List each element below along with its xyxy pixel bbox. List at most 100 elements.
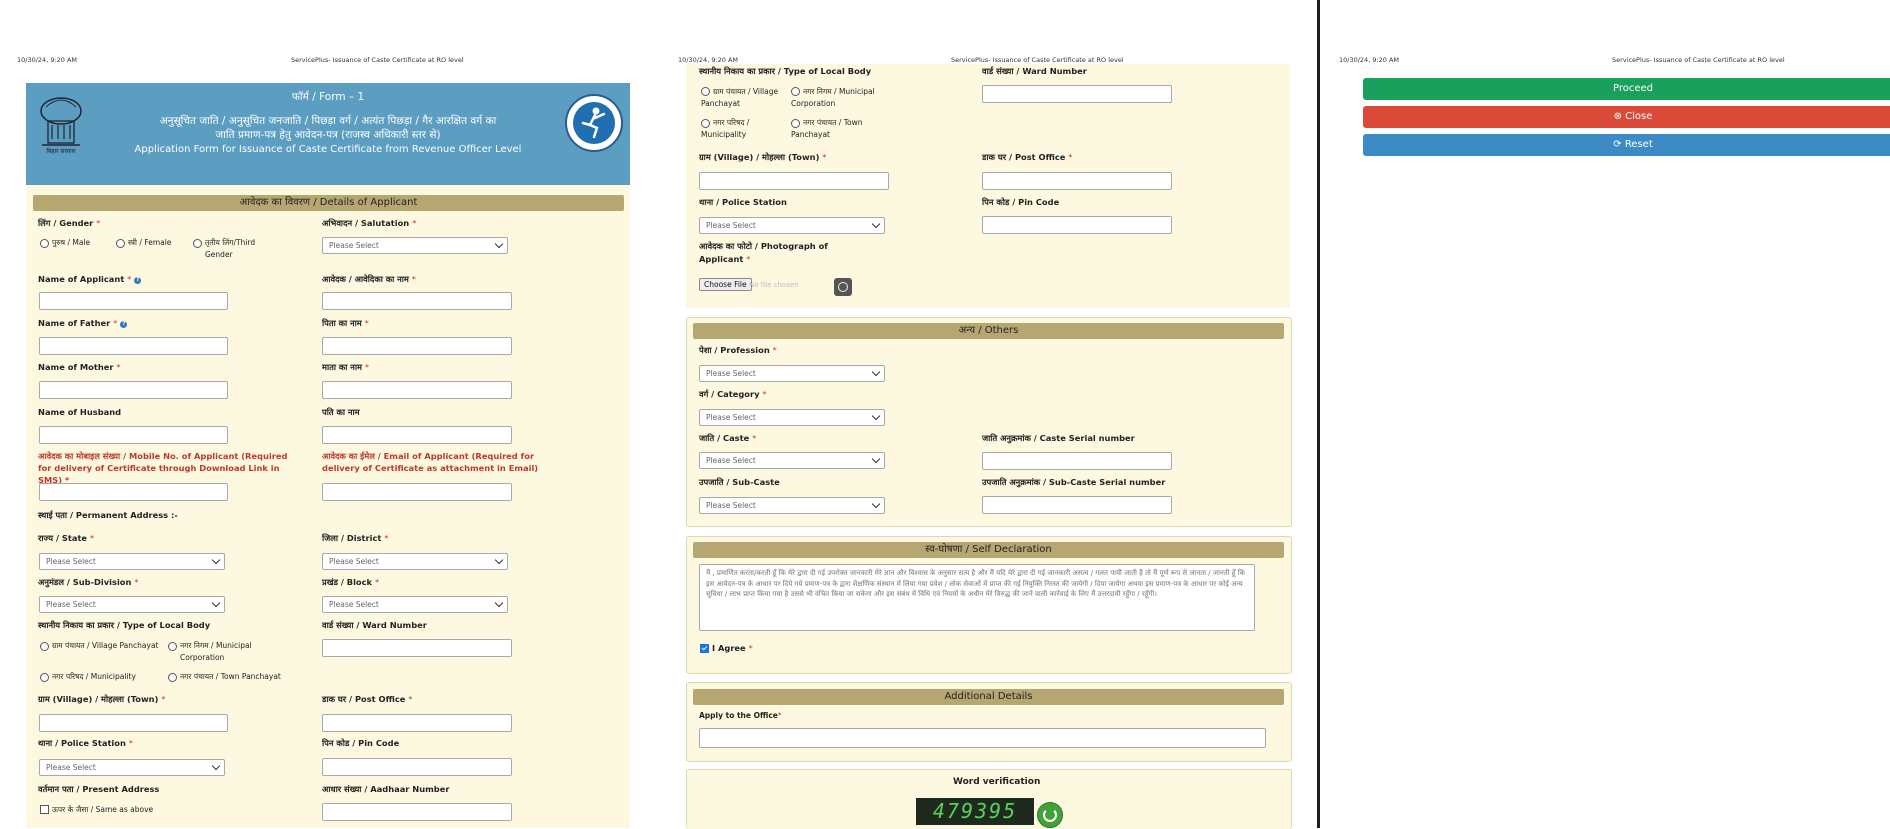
present-address-label: वर्तमान पता / Present Address bbox=[38, 784, 160, 794]
photo-label-line1: आवेदक का फोटो / Photograph of bbox=[699, 241, 828, 251]
close-button[interactable]: ⊗ Close bbox=[1363, 106, 1890, 128]
salutation-select[interactable]: Please Select bbox=[322, 237, 508, 254]
police-station-select[interactable]: Please Select bbox=[39, 759, 225, 776]
gender-female-label: स्त्री / Female bbox=[128, 238, 172, 247]
local-body-municipal-corp-label: नगर निगम / Municipal Corporation bbox=[180, 641, 252, 662]
mother-name-hindi-label: माता का नाम * bbox=[322, 362, 370, 372]
mother-name-input[interactable] bbox=[39, 381, 228, 399]
gender-third-label: तृतीय लिंग/Third Gender bbox=[205, 238, 256, 259]
district-label: जिला / District * bbox=[322, 533, 389, 543]
aadhaar-input[interactable] bbox=[322, 803, 512, 821]
p2-local-body-municipal-corp-label: नगर निगम / Municipal Corporation bbox=[791, 87, 875, 108]
local-body-municipality-radio[interactable] bbox=[40, 673, 49, 682]
applicant-name-input[interactable] bbox=[39, 292, 228, 310]
father-name-input[interactable] bbox=[39, 337, 228, 355]
state-select[interactable]: Please Select bbox=[39, 553, 225, 570]
post-office-label: डाक घर / Post Office * bbox=[322, 694, 413, 704]
block-label: प्रखंड / Block * bbox=[322, 577, 380, 587]
subcaste-serial-input[interactable] bbox=[982, 496, 1172, 514]
banner-hindi-line1: अनुसूचित जाति / अनुसूचित जनजाति / पिछड़ा… bbox=[159, 115, 497, 127]
department-seal-icon bbox=[565, 94, 623, 152]
subcaste-select[interactable]: Please Select bbox=[699, 497, 885, 514]
applicant-section-header: आवेदक का विवरण / Details of Applicant bbox=[33, 195, 624, 211]
profession-select[interactable]: Please Select bbox=[699, 365, 885, 382]
reset-button[interactable]: ⟳ Reset bbox=[1363, 134, 1890, 156]
post-office-input[interactable] bbox=[322, 714, 512, 732]
p2-ward-input[interactable] bbox=[982, 85, 1172, 103]
p2-village-input[interactable] bbox=[699, 172, 889, 190]
category-label: वर्ग / Category * bbox=[699, 389, 767, 399]
mother-name-hindi-input[interactable] bbox=[322, 381, 512, 399]
district-select[interactable]: Please Select bbox=[322, 553, 508, 570]
applicant-name-hindi-input[interactable] bbox=[322, 292, 512, 310]
local-body-town-radio[interactable] bbox=[168, 673, 177, 682]
captcha-refresh-icon[interactable] bbox=[1037, 802, 1063, 828]
declaration-section-header: स्व-घोषणा / Self Declaration bbox=[693, 542, 1284, 558]
category-select[interactable]: Please Select bbox=[699, 409, 885, 426]
p2-local-body-village-label: ग्राम पंचायत / Village Panchayat bbox=[701, 87, 779, 108]
proceed-button[interactable]: Proceed bbox=[1363, 78, 1890, 100]
p2-police-station-select[interactable]: Please Select bbox=[699, 217, 885, 234]
page2-title: ServicePlus- Issuance of Caste Certifica… bbox=[951, 56, 1124, 64]
apply-office-input[interactable] bbox=[699, 728, 1266, 748]
form-number: फॉर्म / Form – 1 bbox=[291, 91, 365, 103]
subcaste-serial-label: उपजाति अनुक्रमांक / Sub-Caste Serial num… bbox=[982, 477, 1166, 487]
caste-serial-input[interactable] bbox=[982, 452, 1172, 470]
subdivision-label: अनुमंडल / Sub-Division * bbox=[38, 577, 139, 587]
apply-office-label: Apply to the Office* bbox=[699, 711, 782, 720]
page-divider bbox=[1317, 0, 1320, 828]
husband-name-hindi-label: पति का नाम bbox=[322, 407, 360, 417]
choose-file-button[interactable]: Choose File bbox=[699, 278, 752, 291]
same-as-above-checkbox[interactable] bbox=[40, 805, 49, 814]
gender-third-radio[interactable] bbox=[193, 239, 202, 248]
agree-label: I Agree * bbox=[712, 643, 753, 653]
declaration-textarea[interactable]: मैं , प्रमाणित करता/करती हूँ कि मेरे द्व… bbox=[699, 564, 1255, 631]
page3-date: 10/30/24, 9:20 AM bbox=[1339, 56, 1400, 64]
photo-label-line2: Applicant * bbox=[699, 254, 751, 264]
p2-police-station-label: थाना / Police Station bbox=[699, 197, 787, 207]
camera-icon[interactable] bbox=[834, 278, 852, 296]
p2-local-body-town-label: नगर पंचायत / Town Panchayat bbox=[791, 118, 863, 139]
village-input[interactable] bbox=[39, 714, 228, 732]
p2-pin-code-input[interactable] bbox=[982, 216, 1172, 234]
pin-code-input[interactable] bbox=[322, 758, 512, 776]
husband-name-input[interactable] bbox=[39, 426, 228, 444]
local-body-village-radio[interactable] bbox=[40, 642, 49, 651]
block-select[interactable]: Please Select bbox=[322, 596, 508, 613]
caste-serial-label: जाति अनुक्रमांक / Caste Serial number bbox=[982, 433, 1135, 443]
info-icon: ? bbox=[134, 277, 142, 284]
gender-male-radio[interactable] bbox=[40, 239, 49, 248]
p2-local-body-municipality-label: नगर परिषद / Municipality bbox=[701, 118, 750, 139]
p2-ward-label: वार्ड संख्या / Ward Number bbox=[982, 66, 1087, 76]
email-input[interactable] bbox=[322, 483, 512, 501]
husband-name-hindi-input[interactable] bbox=[322, 426, 512, 444]
caste-label: जाति / Caste * bbox=[699, 433, 757, 443]
father-name-hindi-input[interactable] bbox=[322, 337, 512, 355]
info-icon: ? bbox=[120, 321, 128, 328]
same-as-above-label: ऊपर के जैसा / Same as above bbox=[52, 805, 154, 814]
banner-english-title: Application Form for Issuance of Caste C… bbox=[134, 144, 522, 155]
father-name-hindi-label: पिता का नाम * bbox=[322, 318, 369, 328]
page1-title: ServicePlus- Issuance of Caste Certifica… bbox=[291, 56, 464, 64]
husband-name-label: Name of Husband bbox=[38, 407, 122, 417]
others-section-header: अन्य / Others bbox=[693, 323, 1284, 339]
caste-select[interactable]: Please Select bbox=[699, 452, 885, 469]
agree-checkbox[interactable] bbox=[700, 644, 709, 653]
subcaste-label: उपजाति / Sub-Caste bbox=[699, 477, 780, 487]
police-station-label: थाना / Police Station * bbox=[38, 738, 133, 748]
additional-section-header: Additional Details bbox=[693, 689, 1284, 705]
local-body-municipality-label: नगर परिषद / Municipality bbox=[52, 672, 136, 681]
aadhaar-label: आधार संख्या / Aadhaar Number bbox=[322, 784, 450, 794]
local-body-municipal-corp-radio[interactable] bbox=[168, 642, 177, 651]
p2-post-office-label: डाक घर / Post Office * bbox=[982, 152, 1073, 162]
gender-label: लिंग / Gender * bbox=[38, 218, 101, 228]
local-body-label: स्थानीय निकाय का प्रकार / Type of Local … bbox=[38, 620, 211, 630]
p2-post-office-input[interactable] bbox=[982, 172, 1172, 190]
page1-date: 10/30/24, 9:20 AM bbox=[17, 56, 78, 64]
p2-village-label: ग्राम (Village) / मोहल्ला (Town) * bbox=[699, 152, 827, 162]
gender-female-radio[interactable] bbox=[116, 239, 125, 248]
subdivision-select[interactable]: Please Select bbox=[39, 596, 225, 613]
ward-label: वार्ड संख्या / Ward Number bbox=[322, 620, 427, 630]
ward-input[interactable] bbox=[322, 639, 512, 657]
mobile-input[interactable] bbox=[39, 483, 228, 501]
